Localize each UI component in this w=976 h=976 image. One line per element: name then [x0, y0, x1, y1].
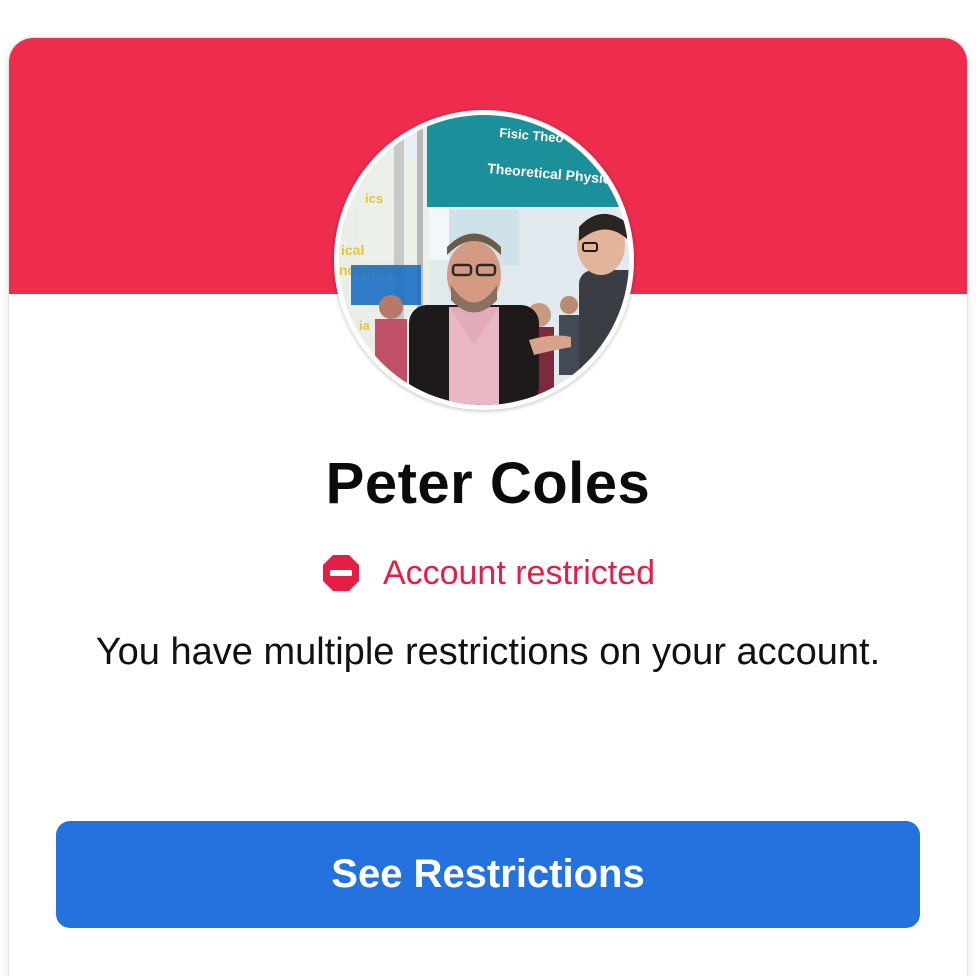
account-status-card: Fisic Theo Theoretical Physics ics ical … — [9, 38, 967, 976]
status-label: Account restricted — [382, 553, 656, 592]
side-text-2: ical — [341, 242, 364, 258]
side-text-1: ics — [365, 191, 383, 206]
side-text-4: ia — [359, 318, 371, 333]
profile-avatar[interactable]: Fisic Theo Theoretical Physics ics ical … — [334, 110, 634, 410]
see-restrictions-button[interactable]: See Restrictions — [56, 821, 920, 928]
restricted-icon — [321, 553, 361, 593]
restriction-message: You have multiple restrictions on your a… — [95, 631, 881, 673]
profile-name: Peter Coles — [325, 451, 651, 516]
account-status: Account restricted — [9, 553, 967, 593]
screen: Fisic Theo Theoretical Physics ics ical … — [0, 0, 976, 976]
avatar-photo: Fisic Theo Theoretical Physics ics ical … — [339, 115, 629, 405]
